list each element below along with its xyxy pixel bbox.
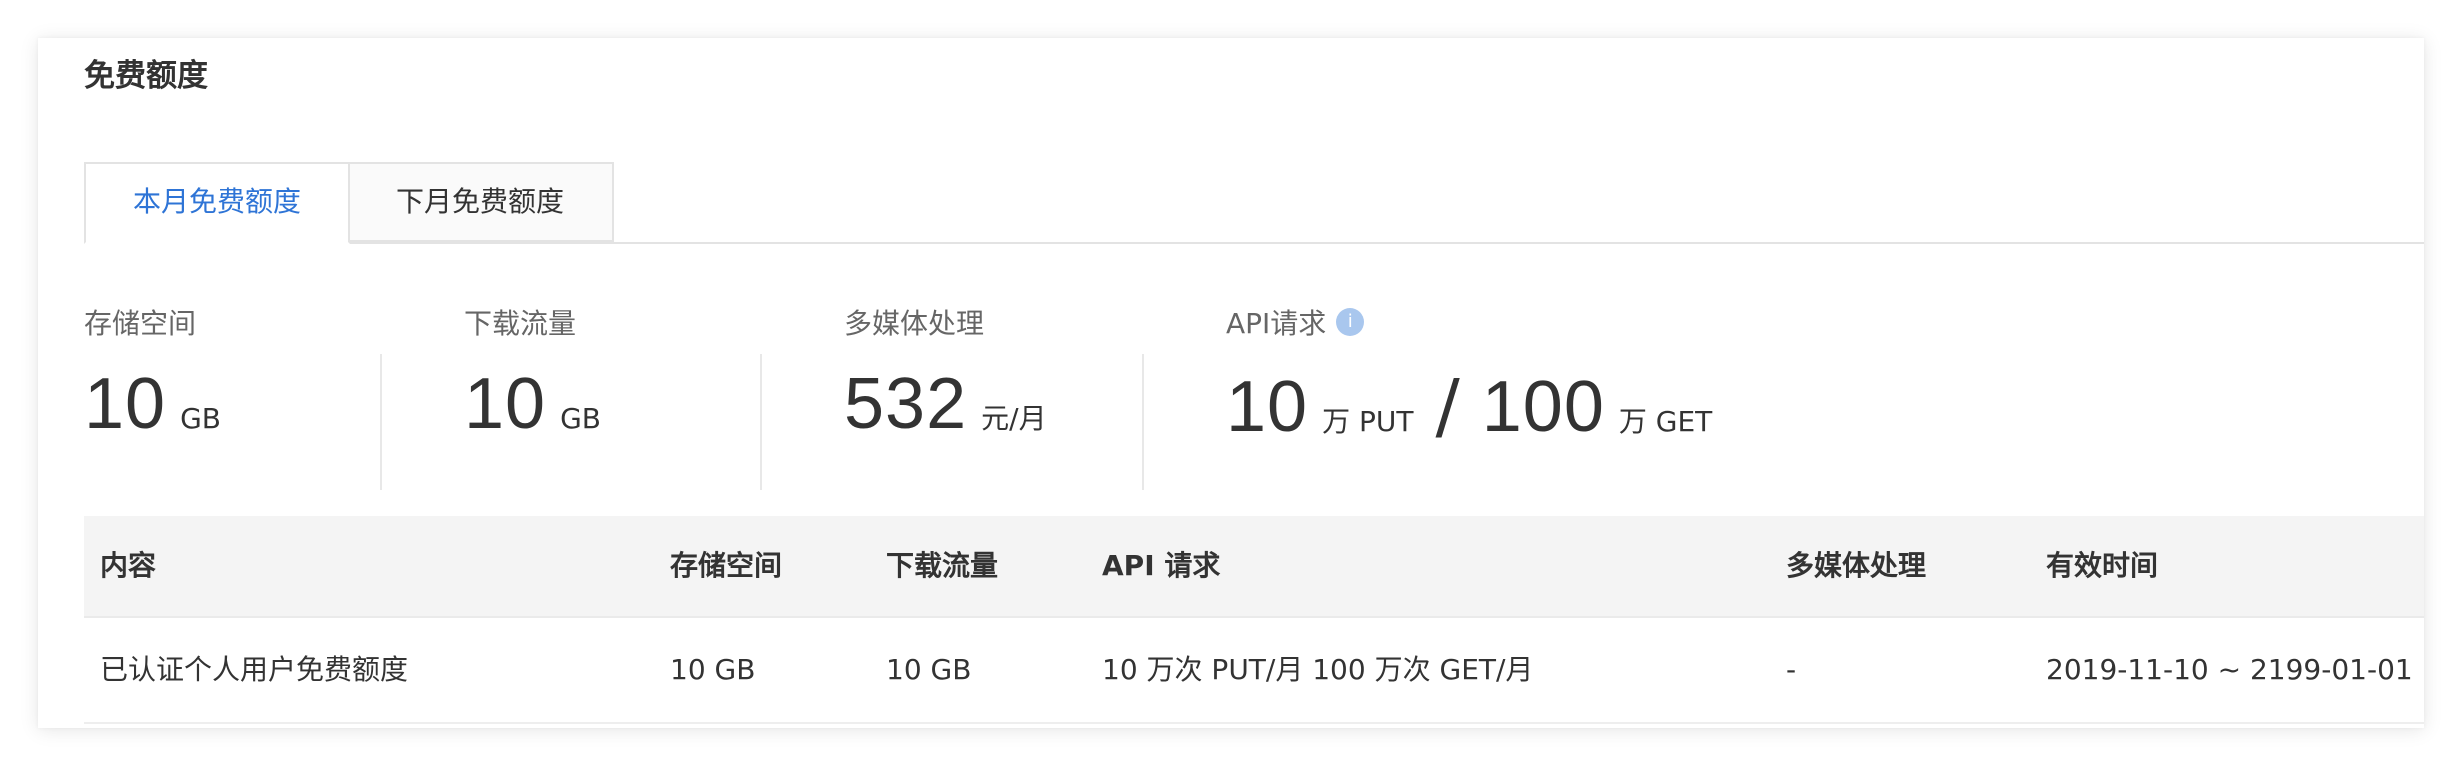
- stat-download-label: 下载流量: [464, 307, 577, 340]
- stat-download-value-wrap: 10 GB: [464, 364, 607, 444]
- stat-api-get-unit: 万 GET: [1618, 405, 1713, 438]
- section-title: 免费额度: [84, 58, 208, 94]
- table-cell-media: -: [1786, 653, 1797, 686]
- table-header-row: 内容 存储空间 下载流量 API 请求 多媒体处理 有效时间: [84, 516, 2424, 618]
- stat-download-value: 10: [464, 364, 547, 444]
- table-header-media: 多媒体处理: [1786, 549, 1927, 582]
- table-cell-download: 10 GB: [886, 653, 972, 686]
- stat-download-unit: GB: [560, 402, 601, 435]
- stat-divider: [380, 354, 382, 490]
- quota-stats: 存储空间 10 GB 下载流量 10 GB 多媒体处理 532 元/月 API请求 i: [84, 306, 2424, 490]
- stat-media-unit: 元/月: [981, 402, 1047, 435]
- table-header-storage: 存储空间: [670, 549, 783, 582]
- stat-download: 下载流量 10 GB: [464, 306, 607, 444]
- stat-divider: [760, 354, 762, 490]
- stat-api-separator: /: [1435, 364, 1460, 448]
- quota-table: 内容 存储空间 下载流量 API 请求 多媒体处理 有效时间 已认证个人用户免费…: [84, 516, 2424, 724]
- stat-storage: 存储空间 10 GB: [84, 306, 227, 444]
- stat-api-put-value: 10: [1226, 367, 1309, 447]
- stat-media-value-wrap: 532 元/月: [844, 364, 1053, 444]
- table-cell-storage: 10 GB: [670, 653, 756, 686]
- stat-media-value: 532: [844, 364, 968, 444]
- stat-storage-label: 存储空间: [84, 307, 197, 340]
- table-row: 已认证个人用户免费额度 10 GB 10 GB 10 万次 PUT/月 100 …: [84, 618, 2424, 724]
- stat-media: 多媒体处理 532 元/月: [844, 306, 1053, 444]
- stat-api-value-wrap: 10 万 PUT / 100 万 GET: [1226, 364, 1718, 448]
- stat-storage-unit: GB: [180, 402, 221, 435]
- table-cell-validity: 2019-11-10 ~ 2199-01-01: [2046, 653, 2413, 686]
- table-header-validity: 有效时间: [2046, 549, 2159, 582]
- stat-divider: [1142, 354, 1144, 490]
- stat-storage-value-wrap: 10 GB: [84, 364, 227, 444]
- stat-api-get-value: 100: [1481, 367, 1605, 447]
- quota-tabs: 本月免费额度 下月免费额度: [84, 162, 2424, 244]
- stat-api-label: API请求: [1226, 307, 1327, 340]
- stat-media-label: 多媒体处理: [844, 307, 985, 340]
- table-header-download: 下载流量: [886, 549, 999, 582]
- stat-api-label-wrap: API请求 i: [1226, 306, 1718, 342]
- table-cell-api: 10 万次 PUT/月 100 万次 GET/月: [1102, 653, 1534, 686]
- tabs-divider: [84, 242, 2424, 244]
- free-quota-card: 免费额度 本月免费额度 下月免费额度 存储空间 10 GB 下载流量 10 GB 多…: [38, 38, 2424, 728]
- table-header-api: API 请求: [1102, 549, 1221, 582]
- table-cell-content: 已认证个人用户免费额度: [100, 653, 409, 686]
- info-circle-icon[interactable]: i: [1336, 308, 1365, 336]
- stat-storage-value: 10: [84, 364, 167, 444]
- tab-this-month[interactable]: 本月免费额度: [84, 162, 350, 244]
- tab-next-month[interactable]: 下月免费额度: [348, 162, 614, 242]
- stat-api: API请求 i 10 万 PUT / 100 万 GET: [1226, 306, 1718, 448]
- stat-api-put-unit: 万 PUT: [1322, 405, 1414, 438]
- table-header-content: 内容: [100, 549, 157, 582]
